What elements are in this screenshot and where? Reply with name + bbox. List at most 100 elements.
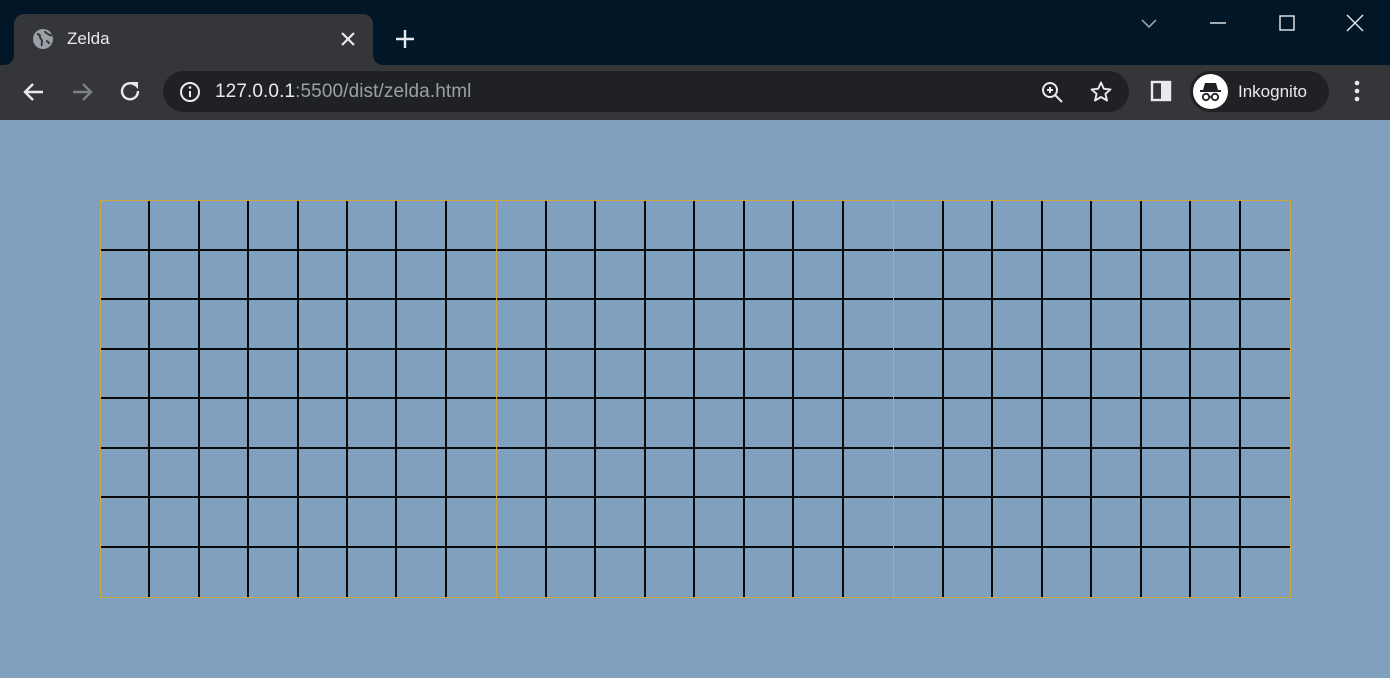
grid-tile xyxy=(249,448,299,498)
grid-tile xyxy=(1141,201,1191,251)
grid-tile xyxy=(894,399,944,449)
grid-tile xyxy=(993,201,1043,251)
new-tab-icon[interactable] xyxy=(392,26,418,52)
grid-tile xyxy=(347,498,398,548)
grid-tile xyxy=(645,300,695,350)
active-tab[interactable]: Zelda xyxy=(14,14,373,65)
url-host: 127.0.0.1 xyxy=(215,81,296,102)
zoom-icon[interactable] xyxy=(1040,80,1064,104)
grid-tile xyxy=(646,547,695,597)
url-text[interactable]: 127.0.0.1:5500/dist/zelda.html xyxy=(215,81,472,103)
grid-tile xyxy=(199,300,250,350)
board-screen xyxy=(497,200,894,598)
grid-tile xyxy=(150,201,200,251)
grid-tile xyxy=(546,300,596,350)
grid-tile xyxy=(894,547,944,597)
grid-tile xyxy=(101,498,151,548)
grid-tile xyxy=(843,449,893,498)
grid-tile xyxy=(447,548,496,598)
grid-tile xyxy=(199,349,250,399)
grid-tile xyxy=(794,300,844,350)
grid-tile xyxy=(497,300,547,350)
grid-tile xyxy=(298,250,348,300)
address-bar[interactable]: 127.0.0.1:5500/dist/zelda.html xyxy=(163,71,1129,112)
grid-tile xyxy=(1042,399,1092,449)
grid-tile xyxy=(1092,448,1142,498)
grid-tile xyxy=(1191,448,1241,498)
grid-tile xyxy=(645,498,695,548)
grid-tile xyxy=(1141,250,1191,300)
grid-tile xyxy=(744,498,794,548)
grid-tile xyxy=(1240,498,1290,548)
maximize-icon[interactable] xyxy=(1272,8,1302,38)
tab-search-chevron-icon[interactable] xyxy=(1134,8,1164,38)
close-window-icon[interactable] xyxy=(1340,8,1370,38)
back-arrow-icon[interactable] xyxy=(19,77,49,107)
grid-tile xyxy=(744,399,794,449)
grid-tile xyxy=(894,201,944,251)
grid-tile xyxy=(695,498,745,548)
forward-arrow-icon[interactable] xyxy=(67,77,97,107)
reload-icon[interactable] xyxy=(115,77,145,107)
grid-tile xyxy=(1042,349,1092,399)
grid-tile xyxy=(150,250,200,300)
grid-tile xyxy=(993,349,1043,399)
side-panel-icon[interactable] xyxy=(1148,78,1174,104)
grid-tile xyxy=(645,201,695,251)
grid-tile xyxy=(695,201,745,251)
kebab-menu-icon[interactable] xyxy=(1344,78,1370,104)
grid-tile xyxy=(943,349,993,399)
grid-tile xyxy=(744,349,794,399)
grid-tile xyxy=(497,201,547,251)
grid-tile xyxy=(497,448,547,498)
grid-tile xyxy=(101,399,151,449)
grid-tile xyxy=(1042,201,1092,251)
grid-tile xyxy=(1141,498,1191,548)
grid-tile xyxy=(397,250,447,300)
grid-tile xyxy=(298,201,348,251)
grid-tile xyxy=(943,498,993,548)
site-info-icon[interactable] xyxy=(178,80,202,104)
grid-tile xyxy=(497,547,547,597)
grid-tile xyxy=(347,349,398,399)
grid-tile xyxy=(1191,498,1241,548)
grid-tile xyxy=(199,399,250,449)
grid-tile xyxy=(1042,448,1092,498)
grid-tile xyxy=(645,250,695,300)
grid-tile xyxy=(298,300,348,350)
grid-tile xyxy=(894,300,944,350)
grid-tile xyxy=(101,349,151,399)
grid-tile xyxy=(1141,300,1191,350)
board-screen xyxy=(894,200,1291,598)
grid-tile xyxy=(944,547,993,597)
grid-tile xyxy=(1141,399,1191,449)
minimize-icon[interactable] xyxy=(1203,8,1233,38)
incognito-profile-button[interactable]: Inkognito xyxy=(1190,71,1329,112)
grid-tile xyxy=(446,201,496,251)
grid-tile xyxy=(397,448,447,498)
grid-tile xyxy=(695,250,745,300)
grid-tile xyxy=(150,300,200,350)
grid-tile xyxy=(894,498,944,548)
grid-tile xyxy=(1092,250,1142,300)
grid-tile xyxy=(744,300,794,350)
grid-tile xyxy=(546,399,596,449)
grid-tile xyxy=(249,349,299,399)
url-path: :5500/dist/zelda.html xyxy=(295,81,472,102)
grid-tile xyxy=(744,201,794,251)
profile-label: Inkognito xyxy=(1238,82,1307,101)
grid-tile xyxy=(745,547,794,597)
grid-tile xyxy=(298,498,348,548)
globe-icon xyxy=(33,29,53,49)
grid-tile xyxy=(1191,547,1241,597)
grid-tile xyxy=(645,349,695,399)
grid-tile xyxy=(397,300,447,350)
close-tab-icon[interactable] xyxy=(337,28,359,50)
grid-tile xyxy=(347,448,398,498)
grid-tile xyxy=(794,250,844,300)
grid-tile xyxy=(794,547,844,597)
bookmark-star-icon[interactable] xyxy=(1089,80,1113,104)
grid-tile xyxy=(1092,201,1142,251)
grid-tile xyxy=(101,547,151,597)
grid-tile xyxy=(199,250,250,300)
